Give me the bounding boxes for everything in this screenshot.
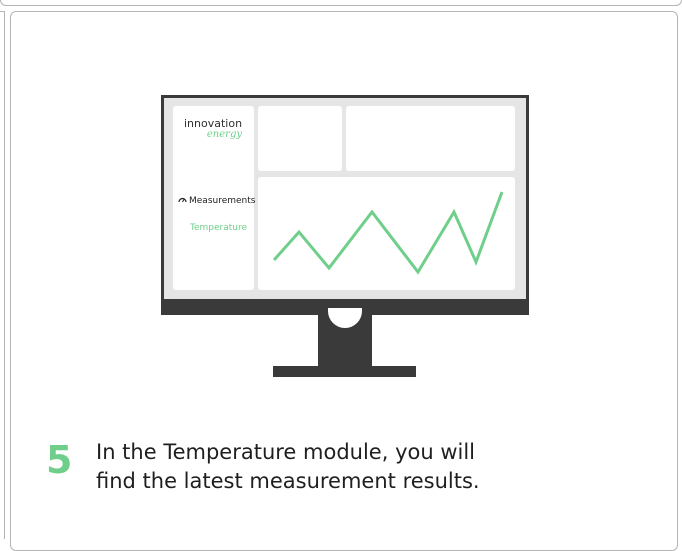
step-description: In the Temperature module, you will find… [96,438,556,496]
menu-measurements-label: Measurements [189,196,256,206]
step-line-1: In the Temperature module, you will [96,440,476,464]
logo-energy: energy [206,129,242,140]
monitor-stand-base [273,366,416,377]
menu-temperature: Temperature [190,223,248,233]
side-card-edge [0,11,5,539]
screen-widget-small [258,106,342,171]
step-line-2: find the latest measurement results. [96,469,480,493]
step-number: 5 [46,438,73,482]
screen-widget-wide [346,106,515,171]
gauge-icon [178,197,187,203]
chart-line [272,191,504,275]
menu-measurements: Measurements [178,196,255,206]
previous-card-edge [0,0,682,6]
